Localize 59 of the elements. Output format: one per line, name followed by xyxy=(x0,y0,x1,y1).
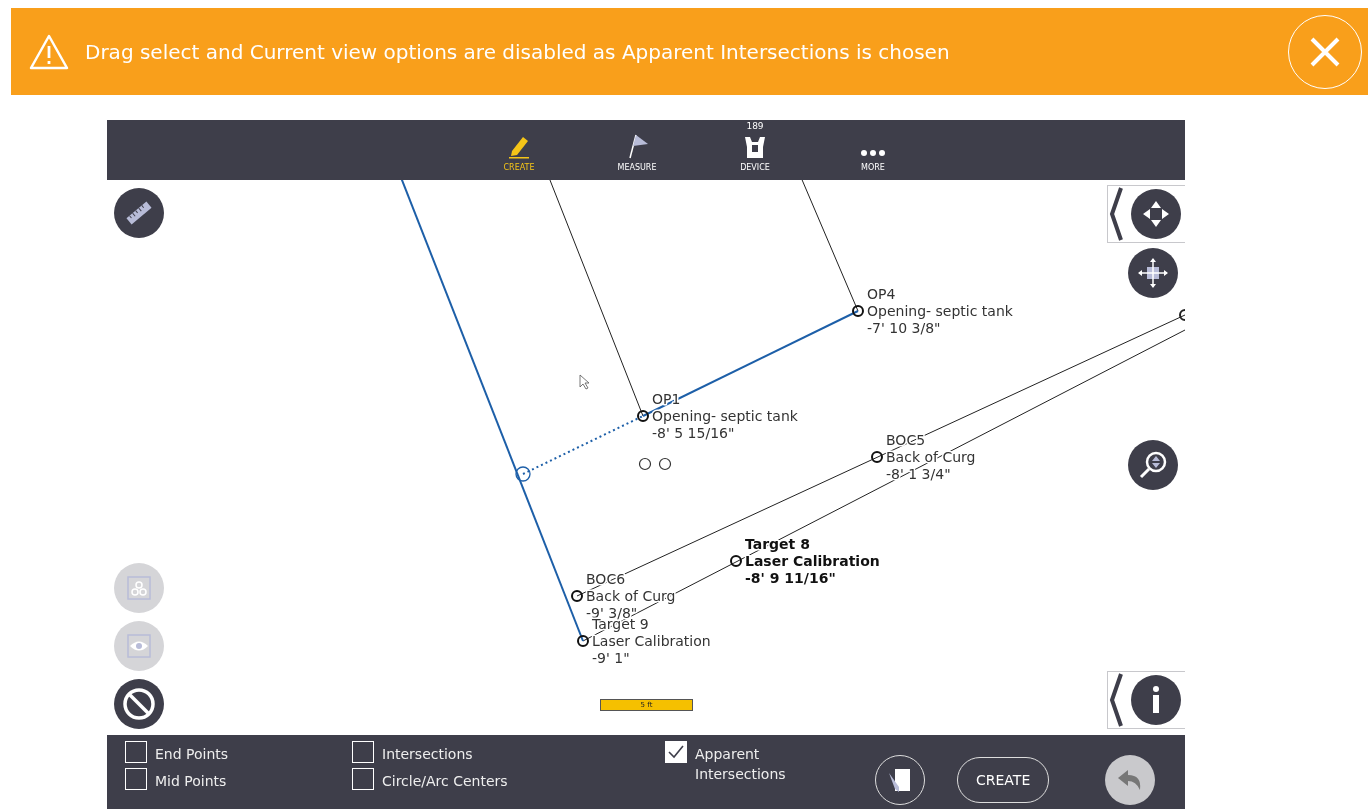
info-panel-tab[interactable] xyxy=(1107,671,1185,729)
point-elevation: -9' 1" xyxy=(592,650,630,666)
banner-message: Drag select and Current view options are disabled as Apparent Intersections is chosen xyxy=(85,39,951,64)
snap-checkbox[interactable]: Mid Points xyxy=(125,768,352,791)
circle-marker xyxy=(638,457,652,471)
toolbar-tab[interactable]: MORE xyxy=(834,120,912,180)
no-entry-icon xyxy=(122,687,156,721)
edit-button[interactable] xyxy=(875,755,925,805)
pan-panel-tab[interactable] xyxy=(1107,185,1185,243)
survey-point[interactable] xyxy=(871,451,883,463)
snap-checkbox[interactable]: End Points xyxy=(125,741,352,764)
tool-button[interactable] xyxy=(114,679,164,729)
point-elevation: -8' 5 15/16" xyxy=(652,425,735,441)
survey-point[interactable] xyxy=(571,590,583,602)
point-elevation: -8' 9 11/16" xyxy=(745,570,836,586)
toolbar-tab[interactable]: CREATE xyxy=(480,120,558,180)
checkbox[interactable] xyxy=(665,741,687,763)
points-group-icon xyxy=(125,574,153,602)
toolbar-tab[interactable]: 189 DEVICE xyxy=(716,120,794,180)
point-marker xyxy=(1179,309,1185,321)
pan-arrows-icon xyxy=(1141,199,1171,229)
eye-icon xyxy=(125,632,153,660)
intersection-marker xyxy=(515,466,531,482)
point-description: Laser Calibration xyxy=(745,553,880,569)
snap-checkbox[interactable]: Apparent Intersections xyxy=(665,741,805,791)
info-icon xyxy=(1150,685,1162,715)
point-description: Back of Curg xyxy=(586,588,676,604)
checkbox[interactable] xyxy=(125,768,147,790)
move-button[interactable] xyxy=(1128,248,1178,298)
snap-checkbox[interactable]: Circle/Arc Centers xyxy=(352,768,665,791)
point-description: Opening- septic tank xyxy=(867,303,1013,319)
device-count: 189 xyxy=(746,121,764,131)
tool-button[interactable] xyxy=(114,188,164,238)
more-icon xyxy=(860,147,886,159)
cursor-icon xyxy=(579,374,590,390)
point-description: Laser Calibration xyxy=(592,633,711,649)
checkbox[interactable] xyxy=(125,741,147,763)
toolbar-tab[interactable]: MEASURE xyxy=(598,120,676,180)
survey-point[interactable] xyxy=(852,305,864,317)
point-name: OP1 xyxy=(652,391,681,407)
survey-point[interactable] xyxy=(637,410,649,422)
survey-point[interactable] xyxy=(730,555,742,567)
chevron-icon xyxy=(1109,186,1123,242)
chevron-icon xyxy=(1109,672,1123,728)
zoom-button[interactable] xyxy=(1128,440,1178,490)
point-elevation: -8' 1 3/4" xyxy=(886,466,951,482)
survey-point[interactable] xyxy=(577,635,589,647)
point-elevation: -7' 10 3/8" xyxy=(867,320,941,336)
point-description: Opening- septic tank xyxy=(652,408,798,424)
checkbox[interactable] xyxy=(352,768,374,790)
snap-checkbox[interactable]: Intersections xyxy=(352,741,665,764)
circle-marker xyxy=(658,457,672,471)
check-icon xyxy=(668,745,684,759)
point-description: Back of Curg xyxy=(886,449,976,465)
zoom-icon xyxy=(1137,449,1169,481)
point-name: OP4 xyxy=(867,286,896,302)
move-icon xyxy=(1137,257,1169,289)
checkbox[interactable] xyxy=(352,741,374,763)
warning-icon xyxy=(29,32,69,71)
